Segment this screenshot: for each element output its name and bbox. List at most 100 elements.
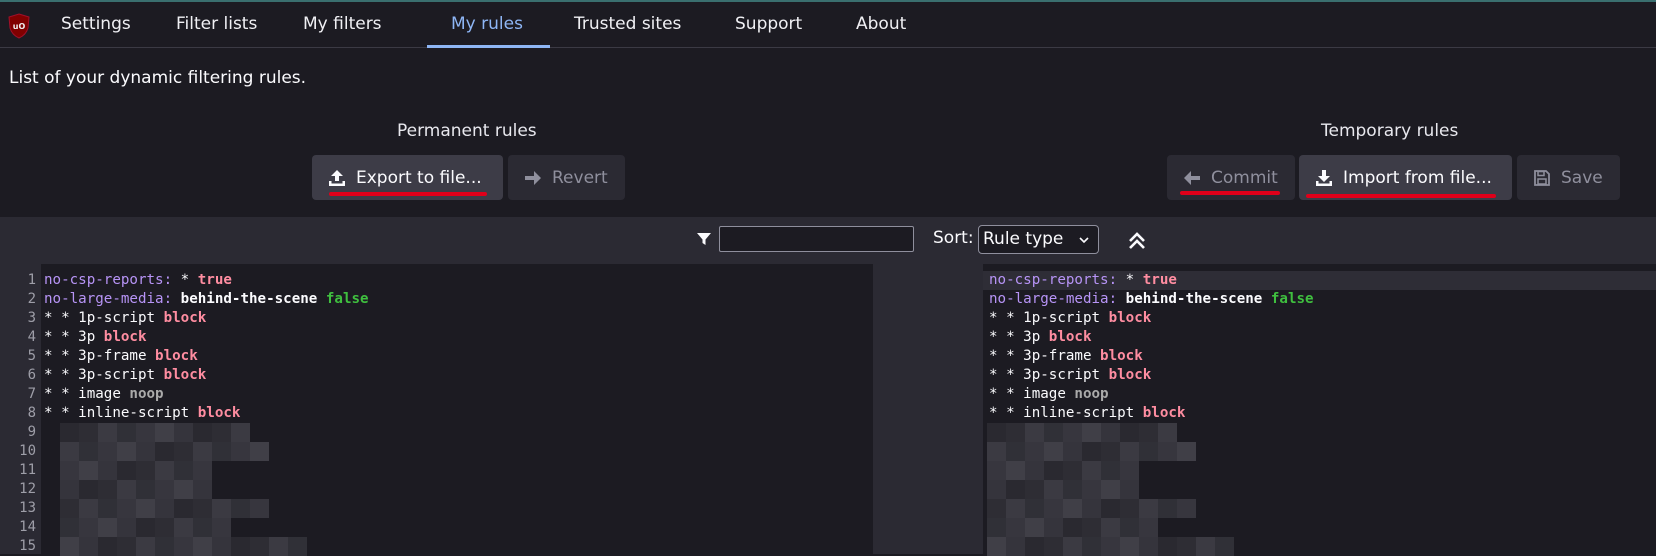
redacted-rule-pixel: [1101, 442, 1120, 461]
rule-token: block: [1142, 405, 1186, 421]
redacted-rule-pixel: [1063, 442, 1082, 461]
revert-button[interactable]: Revert: [508, 155, 625, 200]
redacted-rule-pixel: [193, 480, 212, 499]
line-number: 3: [27, 310, 36, 326]
rule-token: block: [163, 310, 207, 326]
rule-token: * * 1p-script: [989, 310, 1101, 326]
red-annotation-underline: [1306, 194, 1496, 198]
redacted-rule-pixel: [1139, 518, 1158, 537]
rule-token: * * inline-script: [989, 405, 1135, 421]
redacted-rule-pixel: [212, 499, 231, 518]
line-number: 13: [19, 500, 36, 516]
redacted-rule-pixel: [136, 480, 155, 499]
permanent-rules-editor[interactable]: 1 2 3 4 5 6 7 8 9 10 11 12 13 14 15 no-csp-reports: * …: [0, 264, 873, 556]
rule-token: no-csp-reports:: [989, 272, 1118, 288]
rules-toolbar: Sort: Rule type: [0, 217, 1656, 264]
tab-my-rules[interactable]: My rules: [451, 2, 523, 47]
redacted-rule-pixel: [1158, 423, 1177, 442]
sort-select-value: Rule type: [983, 229, 1064, 249]
redacted-rule-pixel: [117, 461, 136, 480]
rule-line: * * image noop: [44, 385, 164, 404]
ublock-origin-logo[interactable]: uO: [7, 13, 31, 39]
redacted-rule-pixel: [1025, 423, 1044, 442]
redacted-rule-pixel: [1006, 537, 1025, 556]
redacted-rule-pixel: [155, 480, 174, 499]
redacted-rule-pixel: [98, 480, 117, 499]
active-tab-indicator: [427, 45, 550, 48]
rule-token: * * 3p-script: [44, 367, 156, 383]
rule-line: no-csp-reports: * true: [989, 271, 1177, 290]
redacted-rule-pixel: [1025, 442, 1044, 461]
redacted-rule-pixel: [79, 442, 98, 461]
redacted-rule-pixel: [79, 537, 98, 556]
redacted-rule-pixel: [1158, 537, 1177, 556]
redacted-rule-pixel: [1082, 442, 1101, 461]
line-number: 15: [19, 538, 36, 554]
tab-settings[interactable]: Settings: [61, 2, 131, 47]
redacted-rule-pixel: [79, 499, 98, 518]
revert-label: Revert: [552, 167, 608, 188]
rule-token: block: [1100, 348, 1143, 364]
rule-filter-input[interactable]: [719, 226, 914, 252]
redacted-rule-pixel: [136, 442, 155, 461]
rule-token: * * 3p: [989, 329, 1041, 345]
rule-token: * * 1p-script: [44, 310, 156, 326]
redacted-rule-pixel: [193, 518, 212, 537]
redacted-rule-pixel: [98, 423, 117, 442]
redacted-rule-pixel: [98, 461, 117, 480]
save-label: Save: [1561, 167, 1603, 188]
tab-my-filters[interactable]: My filters: [303, 2, 382, 47]
rule-line: * * 1p-script block: [44, 309, 206, 328]
tab-about[interactable]: About: [856, 2, 906, 47]
redacted-rule-pixel: [1139, 499, 1158, 518]
rule-line: * * 3p-frame block: [989, 347, 1143, 366]
download-icon: [1316, 169, 1332, 186]
line-number: 1: [27, 272, 36, 288]
redacted-rule-pixel: [174, 423, 193, 442]
redacted-rule-pixel: [193, 442, 212, 461]
redacted-rule-pixel: [1044, 461, 1063, 480]
redacted-rule-pixel: [60, 442, 79, 461]
rule-token: * * 3p-frame: [44, 348, 147, 364]
redacted-rule-pixel: [117, 499, 136, 518]
upload-icon: [329, 169, 345, 186]
sort-select[interactable]: Rule type: [978, 225, 1099, 254]
redacted-rule-pixel: [1082, 537, 1101, 556]
redacted-rule-pixel: [60, 461, 79, 480]
rule-token: no-csp-reports:: [44, 272, 173, 288]
tab-filter-lists[interactable]: Filter lists: [176, 2, 257, 47]
redacted-rule-pixel: [1006, 423, 1025, 442]
rule-token: block: [103, 329, 147, 345]
redacted-rule-pixel: [1158, 442, 1177, 461]
temporary-rules-editor[interactable]: no-csp-reports: * true no-large-media: be…: [983, 264, 1656, 556]
rule-token: noop: [1074, 386, 1109, 402]
rule-token: true: [197, 272, 232, 288]
double-chevron-up-icon[interactable]: [1126, 230, 1148, 252]
redacted-rule-pixel: [250, 499, 269, 518]
redacted-rule-pixel: [98, 518, 117, 537]
import-from-file-label: Import from file...: [1343, 167, 1492, 188]
redacted-rule-pixel: [155, 461, 174, 480]
rule-token: block: [163, 367, 207, 383]
rule-token: *: [1125, 272, 1135, 288]
rule-line: * * 1p-script block: [989, 309, 1151, 328]
chevron-down-icon: [1079, 237, 1089, 244]
redacted-rule-pixel: [60, 423, 79, 442]
redacted-rule-pixel: [1196, 537, 1215, 556]
line-number-gutter: 1 2 3 4 5 6 7 8 9 10 11 12 13 14 15: [0, 264, 41, 554]
redacted-rule-pixel: [1158, 499, 1177, 518]
rule-token: * * 3p: [44, 329, 96, 345]
rule-token: false: [325, 291, 369, 307]
redacted-rule-pixel: [1044, 499, 1063, 518]
redacted-rule-pixel: [136, 461, 155, 480]
tab-trusted-sites[interactable]: Trusted sites: [574, 2, 681, 47]
redacted-rule-pixel: [1082, 499, 1101, 518]
line-number: 8: [27, 405, 36, 421]
tab-support[interactable]: Support: [735, 2, 802, 47]
redacted-rule-pixel: [1082, 518, 1101, 537]
tab-bar: uO Settings Filter lists My filters My r…: [0, 2, 1656, 48]
redacted-rule-pixel: [212, 442, 231, 461]
redacted-rule-pixel: [987, 537, 1006, 556]
save-button[interactable]: Save: [1517, 155, 1620, 200]
rule-token: * * image: [989, 386, 1066, 402]
